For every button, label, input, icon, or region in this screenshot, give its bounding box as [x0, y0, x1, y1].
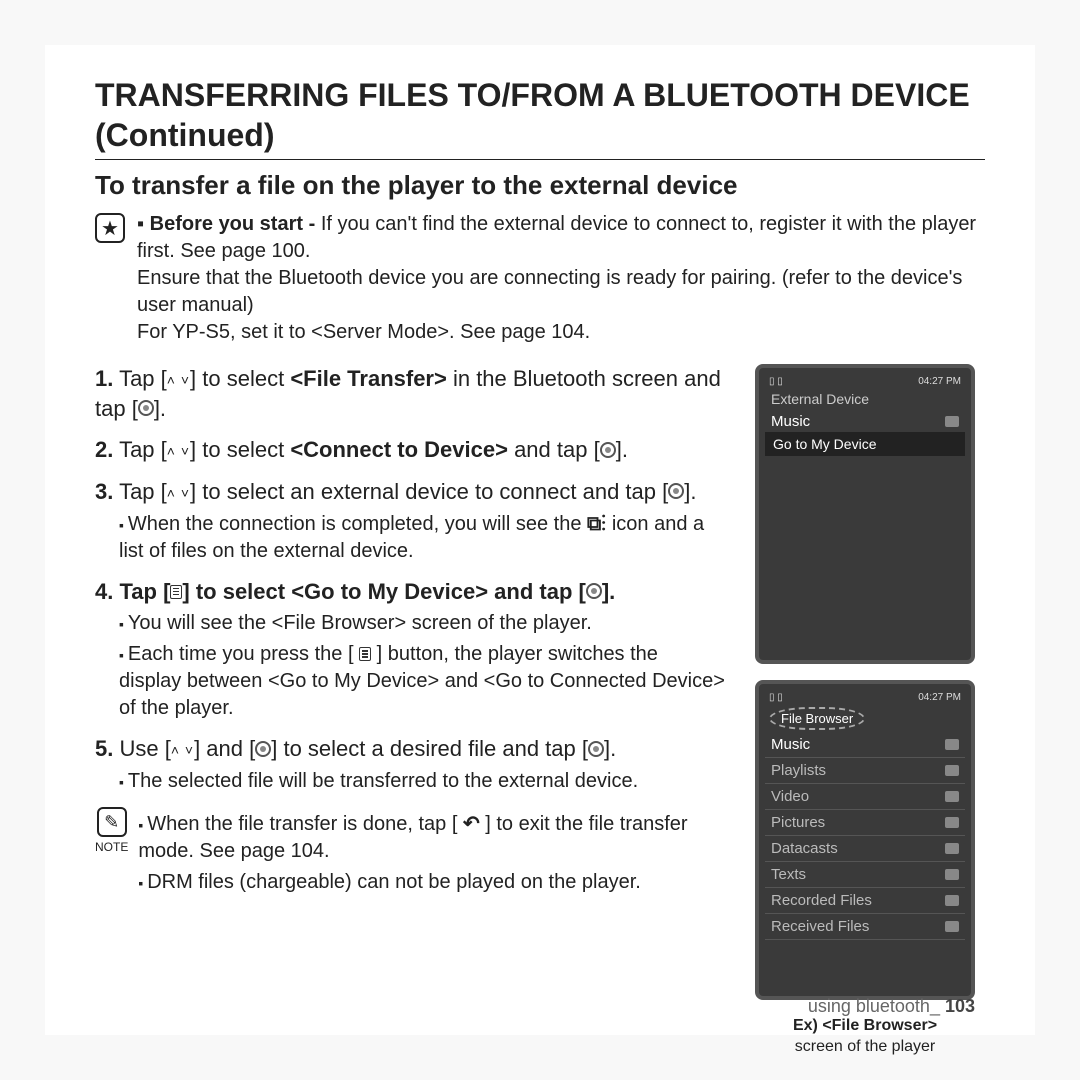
bluetooth-transfer-icon: ⧉⋮: [587, 513, 606, 535]
menu-icon: [170, 585, 182, 599]
up-down-icon: ˄ ˅: [167, 442, 190, 461]
note-1: When the file transfer is done, tap [ ↶ …: [138, 811, 725, 865]
folder-icon: [945, 791, 959, 802]
step-4: 4. Tap [] to select <Go to My Device> an…: [95, 577, 725, 723]
before-line3: For YP-S5, set it to <Server Mode>. See …: [137, 321, 590, 343]
device-screenshot-1: ▯ ▯04:27 PM External Device Music Go to …: [755, 364, 975, 664]
folder-icon: [945, 739, 959, 750]
select-icon: [255, 741, 271, 757]
before-text: ▪ Before you start - If you can't find t…: [137, 211, 985, 346]
page-number: 103: [945, 996, 975, 1016]
folder-icon: [945, 869, 959, 880]
status-icons: ▯ ▯: [769, 376, 783, 387]
device2-item: Music: [765, 732, 965, 758]
step-1: 1. Tap [˄ ˅] to select <File Transfer> i…: [95, 364, 725, 423]
before-you-start-block: ★ ▪ Before you start - If you can't find…: [95, 211, 985, 346]
device2-item: Datacasts: [765, 836, 965, 862]
device2-item: Pictures: [765, 810, 965, 836]
folder-icon: [945, 895, 959, 906]
folder-icon: [945, 843, 959, 854]
before-lead: Before you start -: [150, 213, 321, 235]
step-3: 3. Tap [˄ ˅] to select an external devic…: [95, 477, 725, 565]
device1-header: External Device: [765, 389, 965, 409]
step-4-sub2: Each time you press the [ ] button, the …: [119, 641, 725, 722]
step-4-sub1: You will see the <File Browser> screen o…: [119, 610, 725, 637]
menu-icon: [359, 647, 371, 661]
page-footer: using bluetooth_ 103: [808, 996, 975, 1017]
device-screenshot-2: ▯ ▯ 04:27 PM File Browser Music Playlists…: [755, 680, 975, 1000]
device2-item: Received Files: [765, 914, 965, 940]
up-down-icon: ˄ ˅: [167, 484, 190, 503]
status-time: 04:27 PM: [918, 692, 961, 703]
select-icon: [586, 583, 602, 599]
status-time: 04:27 PM: [918, 376, 961, 387]
select-icon: [138, 400, 154, 416]
note-block: ✎ NOTE When the file transfer is done, t…: [95, 807, 725, 900]
device2-item: Playlists: [765, 758, 965, 784]
folder-icon: [945, 921, 959, 932]
step-3-sub: When the connection is completed, you wi…: [119, 511, 725, 565]
folder-icon: [945, 817, 959, 828]
file-browser-label: File Browser: [769, 707, 865, 730]
back-icon: ↶: [463, 813, 480, 835]
section-title: To transfer a file on the player to the …: [95, 170, 985, 201]
star-icon: ★: [95, 213, 125, 243]
device2-item: Texts: [765, 862, 965, 888]
folder-icon: [945, 416, 959, 427]
manual-page: TRANSFERRING FILES TO/FROM A BLUETOOTH D…: [45, 45, 1035, 1035]
device2-item: Video: [765, 784, 965, 810]
step-5-sub: The selected file will be transferred to…: [119, 768, 725, 795]
note-2: DRM files (chargeable) can not be played…: [138, 869, 725, 896]
note-label: NOTE: [95, 839, 128, 855]
folder-icon: [945, 765, 959, 776]
content-row: 1. Tap [˄ ˅] to select <File Transfer> i…: [95, 364, 985, 1058]
before-line2: Ensure that the Bluetooth device you are…: [137, 267, 962, 316]
device1-dropdown: Go to My Device: [765, 432, 965, 456]
note-icon: ✎: [97, 807, 127, 837]
page-title: TRANSFERRING FILES TO/FROM A BLUETOOTH D…: [95, 75, 985, 160]
step-2: 2. Tap [˄ ˅] to select <Connect to Devic…: [95, 435, 725, 465]
up-down-icon: ˄ ˅: [167, 371, 190, 390]
screenshots-column: ▯ ▯ 04:27 PM External Device Music Go to …: [745, 364, 985, 1058]
select-icon: [668, 483, 684, 499]
steps-column: 1. Tap [˄ ˅] to select <File Transfer> i…: [95, 364, 725, 1058]
up-down-icon: ˄ ˅: [171, 741, 194, 760]
screenshot-caption: Ex) <File Browser> screen of the player: [793, 1016, 937, 1058]
device2-item: Recorded Files: [765, 888, 965, 914]
select-icon: [600, 442, 616, 458]
step-5: 5. Use [˄ ˅] and [] to select a desired …: [95, 734, 725, 795]
status-icons: ▯ ▯: [769, 692, 783, 703]
select-icon: [588, 741, 604, 757]
